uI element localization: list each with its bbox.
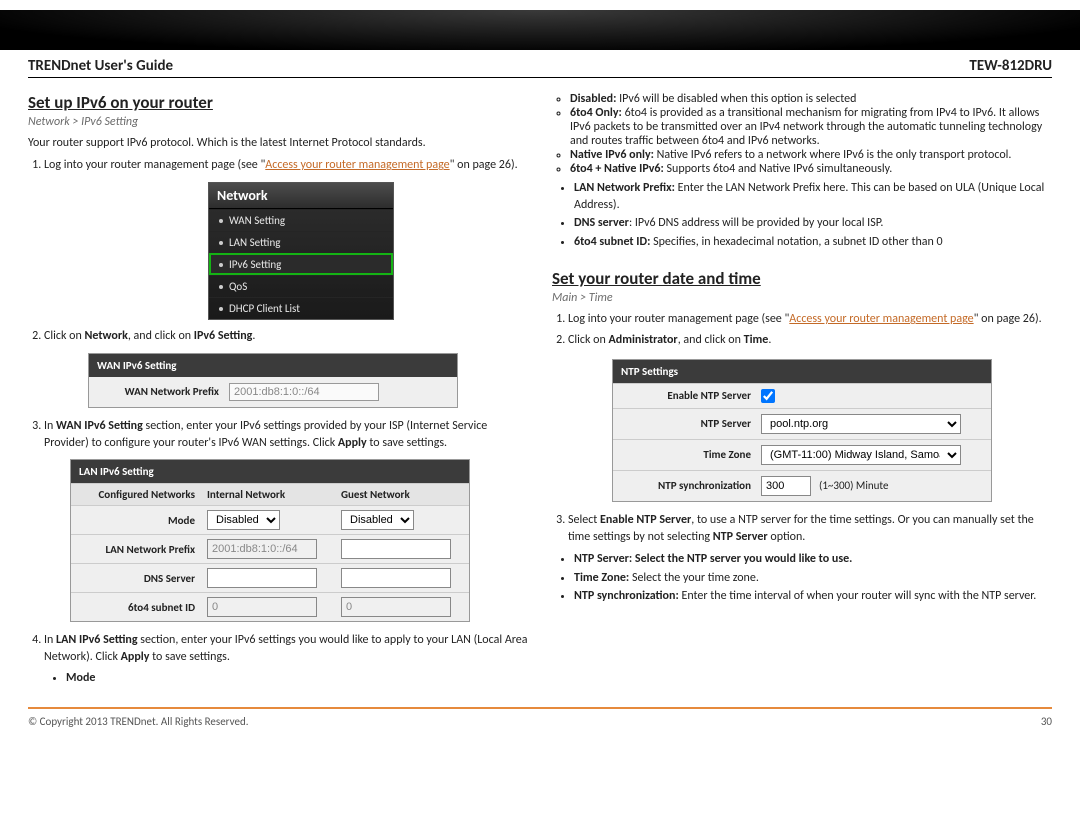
ipv6-step-3: In WAN IPv6 Setting section, enter your …: [44, 418, 528, 452]
left-column: Set up IPv6 on your router Network > IPv…: [28, 88, 528, 693]
mode-both: 6to4 + Native IPv6: Supports 6to4 and Na…: [570, 162, 1052, 176]
bul-ntp-server: NTP Server: Select the NTP server you wo…: [574, 551, 1052, 568]
ipv6-step-4: In LAN IPv6 Setting section, enter your …: [44, 632, 528, 686]
prefix-internal-input: [207, 539, 317, 559]
figure-lan-ipv6: LAN IPv6 Setting Configured Networks Int…: [70, 459, 470, 622]
menu-item-ipv6-selected: IPv6 Setting: [209, 253, 393, 275]
ntp-sync-input: [761, 476, 811, 496]
figure-network-menu: Network WAN Setting LAN Setting IPv6 Set…: [208, 182, 394, 320]
network-menu-header: Network: [209, 183, 393, 209]
mode-disabled: Disabled: IPv6 will be disabled when thi…: [570, 92, 1052, 106]
wan-prefix-input: [229, 383, 379, 401]
6to4-internal-input: [207, 597, 317, 617]
menu-item-dhcp: DHCP Client List: [209, 297, 393, 319]
copyright: © Copyright 2013 TRENDnet. All Rights Re…: [28, 715, 249, 728]
ntp-tz-label: Time Zone: [621, 448, 761, 461]
model-number: TEW-812DRU: [969, 57, 1052, 75]
bul-subnet: 6to4 subnet ID: Specifies, in hexadecima…: [574, 234, 1052, 251]
section-heading-ipv6: Set up IPv6 on your router: [28, 92, 528, 113]
ntp-sync-label: NTP synchronization: [621, 479, 761, 492]
menu-item-wan: WAN Setting: [209, 209, 393, 231]
ipv6-intro: Your router support IPv6 protocol. Which…: [28, 135, 528, 151]
row-6to4-label: 6to4 subnet ID: [71, 593, 201, 622]
ntp-tz-select: (GMT-11:00) Midway Island, Samoa: [761, 445, 961, 465]
ipv6-step-2: Click on Network, and click on IPv6 Sett…: [44, 328, 528, 345]
ntp-enable-label: Enable NTP Server: [621, 389, 761, 402]
col-configured: Configured Networks: [71, 484, 201, 506]
figure-ntp-settings: NTP Settings Enable NTP Server NTP Serve…: [612, 359, 992, 502]
bul-time-zone: Time Zone: Select the your time zone.: [574, 570, 1052, 587]
mode-guest-select: Disabled: [341, 510, 414, 530]
6to4-guest-input: [341, 597, 451, 617]
mode-native: Native IPv6 only: Native IPv6 refers to …: [570, 148, 1052, 162]
breadcrumb-time: Main > Time: [552, 291, 1052, 305]
mode-bullet: Mode: [66, 671, 95, 685]
row-dns-label: DNS Server: [71, 564, 201, 593]
ntp-enable-checkbox: [761, 389, 775, 403]
footer: © Copyright 2013 TRENDnet. All Rights Re…: [28, 707, 1052, 728]
guide-title: TRENDnet User's Guide: [28, 57, 173, 75]
link-router-mgmt-2[interactable]: Access your router management page: [789, 312, 973, 326]
row-prefix-label: LAN Network Prefix: [71, 535, 201, 564]
link-router-mgmt-1[interactable]: Access your router management page: [265, 158, 449, 172]
menu-item-qos: QoS: [209, 275, 393, 297]
prefix-guest-input: [341, 539, 451, 559]
header-band: [0, 10, 1080, 50]
mode-6to4: 6to4 Only: 6to4 is provided as a transit…: [570, 106, 1052, 148]
breadcrumb-ipv6: Network > IPv6 Setting: [28, 115, 528, 129]
col-guest: Guest Network: [335, 484, 469, 506]
lan-caption: LAN IPv6 Setting: [71, 460, 469, 483]
wan-prefix-label: WAN Network Prefix: [99, 385, 229, 398]
bul-lan-prefix: LAN Network Prefix: Enter the LAN Networ…: [574, 180, 1052, 213]
ntp-caption: NTP Settings: [613, 360, 991, 383]
section-heading-time: Set your router date and time: [552, 268, 1052, 289]
time-step-1: Log into your router management page (se…: [568, 311, 1052, 328]
mode-internal-select: Disabled: [207, 510, 280, 530]
ntp-server-label: NTP Server: [621, 417, 761, 430]
dns-internal-input: [207, 568, 317, 588]
dns-guest-input: [341, 568, 451, 588]
ipv6-step-1: Log into your router management page (se…: [44, 157, 528, 174]
wan-caption: WAN IPv6 Setting: [89, 354, 457, 377]
ntp-sync-hint: (1~300) Minute: [819, 479, 888, 492]
page-number: 30: [1041, 715, 1052, 728]
right-column: Disabled: IPv6 will be disabled when thi…: [552, 88, 1052, 693]
bul-ntp-sync: NTP synchronization: Enter the time inte…: [574, 588, 1052, 605]
row-mode-label: Mode: [71, 506, 201, 535]
title-bar: TRENDnet User's Guide TEW-812DRU: [28, 54, 1052, 78]
time-step-2: Click on Administrator, and click on Tim…: [568, 332, 1052, 349]
figure-wan-ipv6: WAN IPv6 Setting WAN Network Prefix: [88, 353, 458, 408]
col-internal: Internal Network: [201, 484, 335, 506]
menu-item-lan: LAN Setting: [209, 231, 393, 253]
time-step-3: Select Enable NTP Server, to use a NTP s…: [568, 512, 1052, 546]
ntp-server-select: pool.ntp.org: [761, 414, 961, 434]
bul-dns: DNS server: IPv6 DNS address will be pro…: [574, 215, 1052, 232]
